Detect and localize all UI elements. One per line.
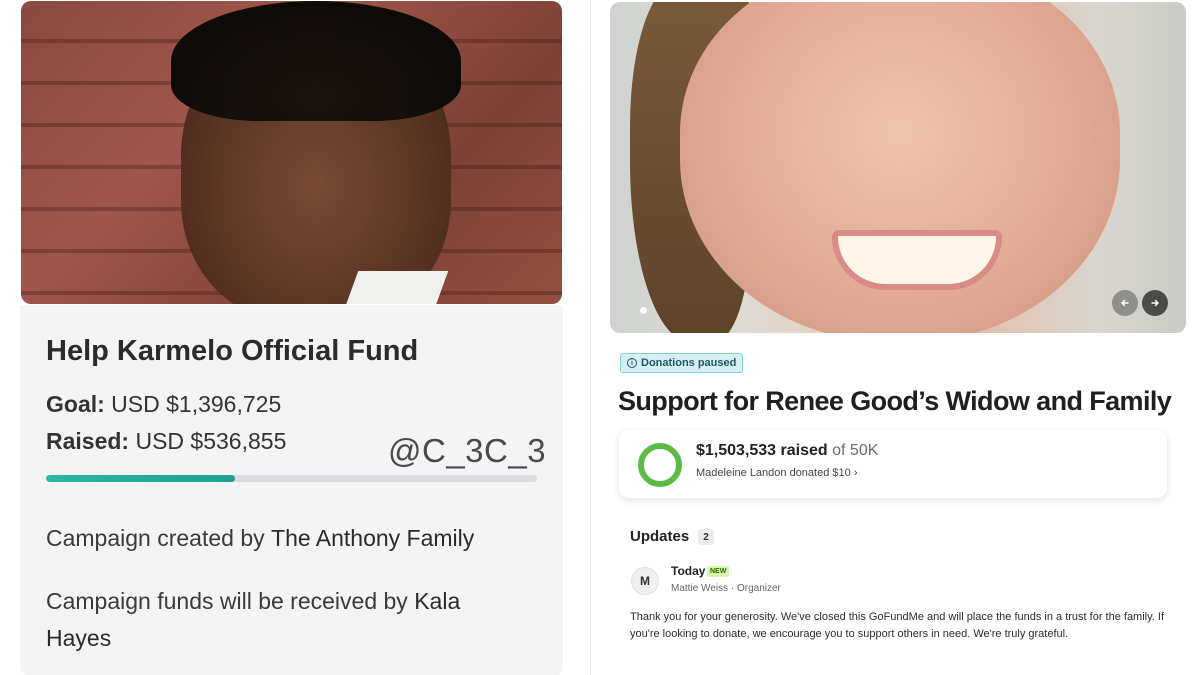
received-by-line: Campaign funds will be received by Kala … bbox=[46, 583, 526, 657]
paused-badge-label: Donations paused bbox=[641, 357, 737, 369]
portrait-collar bbox=[343, 271, 449, 304]
latest-donation-link[interactable]: Madeleine Landon donated $10 › bbox=[696, 467, 857, 479]
portrait-hair bbox=[171, 1, 461, 121]
donations-paused-badge: i Donations paused bbox=[620, 353, 744, 373]
watermark-handle: @C_3C_3 bbox=[388, 432, 547, 469]
created-by-prefix: Campaign created by bbox=[46, 525, 265, 551]
goal-amount: of 50K bbox=[832, 442, 879, 459]
raised-amount-line: $1,503,533 raised of 50K bbox=[696, 442, 878, 460]
created-by-line: Campaign created by The Anthony Family bbox=[46, 520, 526, 557]
campaign-photo-right bbox=[610, 2, 1186, 333]
goal-value: USD $1,396,725 bbox=[111, 391, 282, 417]
raised-line: Raised: USD $536,855 bbox=[46, 428, 286, 455]
right-campaign-panel: i Donations paused Support for Renee Goo… bbox=[600, 0, 1200, 675]
funding-progress-fill bbox=[46, 475, 235, 482]
raised-label: Raised: bbox=[46, 428, 130, 454]
info-icon: i bbox=[627, 358, 637, 368]
update-date: Today bbox=[671, 564, 706, 578]
carousel-prev-button[interactable] bbox=[1112, 290, 1138, 316]
update-body: Thank you for your generosity. We've clo… bbox=[630, 611, 1165, 640]
campaign-info-card: Help Karmelo Official Fund Goal: USD $1,… bbox=[20, 305, 563, 675]
carousel-dot[interactable] bbox=[640, 307, 647, 314]
campaign-title: Help Karmelo Official Fund bbox=[46, 335, 419, 367]
received-by-prefix: Campaign funds will be received by bbox=[46, 588, 408, 614]
update-author-line: Mattie Weiss · Organizer bbox=[671, 583, 781, 594]
campaign-title: Support for Renee Good’s Widow and Famil… bbox=[618, 386, 1172, 416]
goal-line: Goal: USD $1,396,725 bbox=[46, 391, 281, 418]
organizer-avatar: M bbox=[631, 567, 659, 595]
created-by-name: The Anthony Family bbox=[271, 525, 475, 551]
campaign-photo-left bbox=[21, 1, 562, 304]
progress-ring bbox=[638, 443, 682, 487]
latest-donation-text: Madeleine Landon donated $10 bbox=[696, 467, 851, 479]
funding-progress-bar bbox=[46, 475, 537, 482]
portrait-smile bbox=[832, 230, 1002, 290]
chevron-right-icon: › bbox=[853, 467, 858, 479]
updates-heading: Updates bbox=[630, 528, 690, 545]
updates-count-badge: 2 bbox=[698, 529, 714, 545]
raised-amount: $1,503,533 raised bbox=[696, 442, 828, 459]
panel-divider bbox=[590, 0, 591, 675]
arrow-left-icon bbox=[1121, 299, 1129, 307]
goal-label: Goal: bbox=[46, 391, 105, 417]
update-author: Mattie Weiss bbox=[671, 583, 729, 594]
update-author-role: Organizer bbox=[736, 583, 781, 594]
left-campaign-panel: Help Karmelo Official Fund Goal: USD $1,… bbox=[0, 0, 590, 675]
carousel-next-button[interactable] bbox=[1142, 290, 1168, 316]
arrow-right-icon bbox=[1151, 299, 1159, 307]
new-badge: NEW bbox=[707, 566, 730, 577]
author-separator: · bbox=[730, 583, 735, 594]
raised-summary-card[interactable]: $1,503,533 raised of 50K Madeleine Lando… bbox=[619, 430, 1167, 498]
raised-value: USD $536,855 bbox=[135, 428, 287, 454]
